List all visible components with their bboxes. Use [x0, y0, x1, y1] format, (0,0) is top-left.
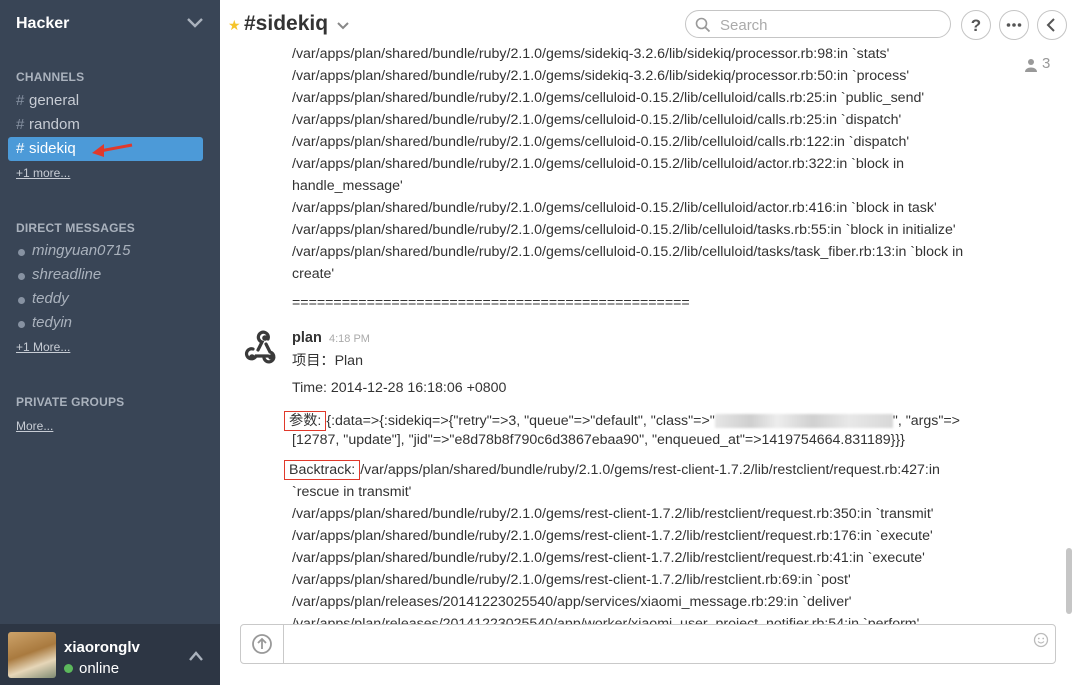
groups-more-link[interactable]: More... [16, 419, 53, 433]
message-list: /var/apps/plan/shared/bundle/ruby/2.1.0/… [220, 44, 1066, 624]
params-line: 参数: {:data=>{:sidekiq=>{"retry"=>3, "queu… [284, 410, 960, 431]
backtrack-trace-line: /var/apps/plan/shared/bundle/ruby/2.1.0/… [292, 528, 933, 544]
trace-line: /var/apps/plan/shared/bundle/ruby/2.1.0/… [292, 134, 910, 150]
direct-messages-title[interactable]: DIRECT MESSAGES [16, 221, 135, 235]
presence-dot-icon [18, 249, 25, 256]
time-line: Time: 2014-12-28 16:18:06 +0800 [292, 380, 507, 396]
backtrack-line: Backtrack:/var/apps/plan/shared/bundle/r… [284, 460, 940, 480]
dm-more-link[interactable]: +1 More... [16, 340, 70, 354]
backtrack-trace-line: /var/apps/plan/releases/20141223025540/a… [292, 616, 920, 624]
message-composer [240, 624, 1056, 664]
message-timestamp[interactable]: 4:18 PM [329, 333, 370, 345]
params-label: 参数: [284, 411, 327, 431]
trace-line: /var/apps/plan/shared/bundle/ruby/2.1.0/… [292, 68, 910, 84]
backtrack-trace-line: /var/apps/plan/shared/bundle/ruby/2.1.0/… [292, 572, 851, 588]
trace-line: /var/apps/plan/shared/bundle/ruby/2.1.0/… [292, 244, 964, 260]
search-icon [695, 17, 711, 33]
message-input[interactable] [291, 632, 1025, 658]
ellipsis-icon [1006, 23, 1022, 27]
channels-title[interactable]: CHANNELS [16, 70, 84, 84]
chevron-left-icon [1046, 18, 1055, 32]
backtrack-first: /var/apps/plan/shared/bundle/ruby/2.1.0/… [360, 462, 940, 478]
params-text-b: ", "args"=> [892, 413, 960, 429]
backtrack-label: Backtrack: [284, 460, 361, 480]
upload-button[interactable] [241, 625, 284, 663]
dm-label: tedyin [32, 314, 73, 331]
backtrack-trace-line: /var/apps/plan/releases/20141223025540/a… [292, 594, 852, 610]
emoji-icon[interactable] [1033, 632, 1049, 648]
project-line: 项目：Plan [292, 353, 363, 369]
back-button[interactable] [1037, 10, 1067, 40]
dm-label: teddy [32, 290, 69, 307]
chevron-down-icon[interactable] [337, 21, 349, 30]
presence-dot-icon [18, 297, 25, 304]
hash-icon: # [16, 140, 25, 157]
dm-label: shreadline [32, 266, 102, 283]
private-groups-title[interactable]: PRIVATE GROUPS [16, 395, 124, 409]
backtrack-trace-line: `rescue in transmit' [292, 484, 412, 500]
channels-more-link[interactable]: +1 more... [16, 166, 70, 180]
user-status: online [79, 660, 120, 677]
channel-label: general [29, 92, 80, 109]
trace-line: /var/apps/plan/shared/bundle/ruby/2.1.0/… [292, 46, 890, 62]
sidebar-channel-random[interactable]: # random [8, 113, 203, 137]
params-text-a: {:data=>{:sidekiq=>{"retry"=>3, "queue"=… [326, 413, 715, 429]
trace-line: /var/apps/plan/shared/bundle/ruby/2.1.0/… [292, 90, 925, 106]
chevron-down-icon [187, 18, 203, 28]
channel-title[interactable]: #sidekiq [244, 12, 328, 36]
red-arrow-annotation-icon [92, 143, 133, 157]
backtrack-trace-line: /var/apps/plan/shared/bundle/ruby/2.1.0/… [292, 506, 934, 522]
channel-label: random [29, 116, 80, 133]
question-icon: ? [971, 16, 981, 35]
trace-line: create' [292, 266, 335, 282]
help-button[interactable]: ? [961, 10, 991, 40]
sidebar-channel-general[interactable]: # general [8, 89, 203, 113]
search-input[interactable] [718, 15, 942, 35]
team-menu[interactable]: Hacker [0, 0, 220, 50]
sidebar: Hacker CHANNELS # general # random # sid… [0, 0, 220, 685]
user-menu[interactable]: xiaoronglv online [0, 624, 220, 685]
more-actions-button[interactable] [999, 10, 1029, 40]
separator-line: ========================================… [292, 295, 690, 311]
message-scrollbar[interactable] [1066, 548, 1072, 614]
dm-label: mingyuan0715 [32, 242, 131, 259]
presence-dot-icon [18, 321, 25, 328]
user-name: xiaoronglv [64, 639, 140, 656]
chevron-up-icon [189, 651, 203, 661]
channel-label: sidekiq [29, 140, 76, 157]
webhook-icon[interactable] [244, 330, 280, 366]
params-line-2: [12787, "update"], "jid"=>"e8d78b8f790c6… [292, 432, 905, 448]
avatar [8, 632, 56, 678]
trace-line: /var/apps/plan/shared/bundle/ruby/2.1.0/… [292, 156, 905, 172]
channel-header: ★ #sidekiq ? 3 [220, 0, 1077, 72]
star-icon[interactable]: ★ [228, 17, 241, 34]
hash-icon: # [16, 116, 25, 133]
svg-text:?: ? [971, 16, 981, 35]
trace-line: /var/apps/plan/shared/bundle/ruby/2.1.0/… [292, 200, 937, 216]
backtrack-trace-line: /var/apps/plan/shared/bundle/ruby/2.1.0/… [292, 550, 925, 566]
hash-icon: # [16, 92, 25, 109]
team-name: Hacker [16, 15, 70, 32]
search-box[interactable] [685, 10, 951, 38]
upload-icon [252, 634, 272, 654]
trace-line: handle_message' [292, 178, 403, 194]
message-sender[interactable]: plan [292, 330, 322, 346]
trace-line: /var/apps/plan/shared/bundle/ruby/2.1.0/… [292, 222, 956, 238]
redacted-class-name [714, 414, 893, 429]
presence-dot-icon [18, 273, 25, 280]
online-status-icon [64, 664, 73, 673]
trace-line: /var/apps/plan/shared/bundle/ruby/2.1.0/… [292, 112, 902, 128]
